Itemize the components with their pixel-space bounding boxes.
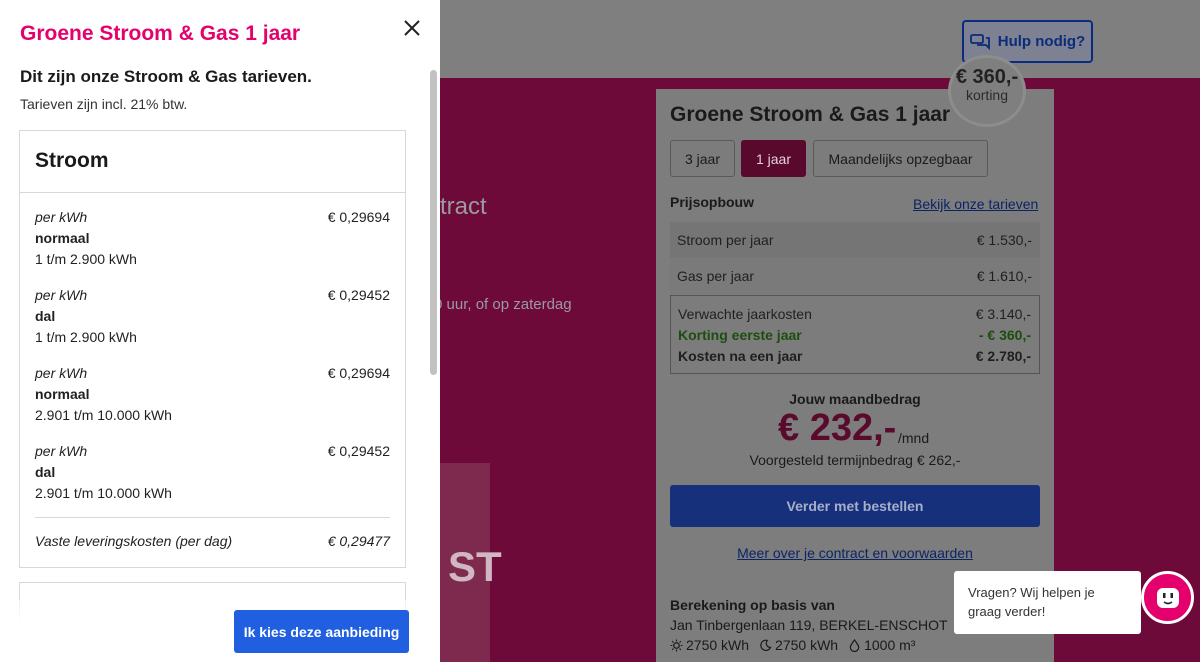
after-row: Kosten na een jaar € 2.780,- [678, 348, 1031, 364]
usage-normal: 2750 kWh [670, 637, 749, 653]
tarief-item: per kWh normaal 2.901 t/m 10.000 kWh € 0… [35, 363, 390, 426]
tarief-kind: normaal [35, 386, 90, 402]
tarief-price: € 0,29694 [327, 209, 390, 225]
tarief-item: per kWh normaal 1 t/m 2.900 kWh € 0,2969… [35, 207, 390, 270]
card-title: Groene Stroom & Gas 1 jaar [670, 103, 951, 126]
close-icon [404, 20, 420, 36]
stroom-heading: Stroom [20, 131, 405, 193]
tab-3-jaar[interactable]: 3 jaar [670, 140, 735, 177]
tab-maandelijks[interactable]: Maandelijks opzegbaar [813, 140, 988, 177]
chat-icon [969, 33, 990, 50]
price-row: Stroom per jaar € 1.530,- [670, 222, 1040, 258]
usage-normal-value: 2750 kWh [686, 637, 750, 653]
hero-hours-text: 0 uur, of op zaterdag [434, 296, 572, 313]
stroom-tarieven-box: Stroom per kWh normaal 1 t/m 2.900 kWh €… [19, 130, 406, 568]
usage-low-value: 2750 kWh [775, 637, 839, 653]
expected-row: Verwachte jaarkosten € 3.140,- [678, 306, 1031, 322]
discount-badge: € 360,- korting [948, 55, 1026, 127]
tarief-kind: dal [35, 308, 56, 324]
close-button[interactable] [400, 16, 424, 40]
calc-address: Jan Tinbergenlaan 119, BERKEL-ENSCHOT [670, 617, 948, 633]
divider [35, 517, 390, 518]
usage-gas: 1000 m³ [848, 637, 915, 653]
monthly-amount: € 232,- [778, 407, 897, 449]
contract-link[interactable]: Meer over je contract en voorwaarden [670, 545, 1040, 561]
after-label: Kosten na een jaar [678, 348, 803, 364]
badge-label: korting [965, 87, 1009, 103]
price-row-label: Gas per jaar [677, 268, 755, 284]
tarief-range: 2.901 t/m 10.000 kWh [35, 485, 172, 501]
tarief-price: € 0,29452 [327, 287, 390, 303]
tarieven-panel: Groene Stroom & Gas 1 jaar Dit zijn onze… [0, 0, 440, 662]
price-row: Gas per jaar € 1.610,- [670, 258, 1040, 294]
usage-row: 2750 kWh 2750 kWh 1000 m³ [670, 637, 948, 653]
tarieven-link[interactable]: Bekijk onze tarieven [913, 196, 1038, 212]
usage-gas-value: 1000 m³ [864, 637, 916, 653]
discount-value: - € 360,- [978, 327, 1031, 343]
panel-subtitle: Dit zijn onze Stroom & Gas tarieven. [20, 67, 312, 86]
panel-title: Groene Stroom & Gas 1 jaar [20, 22, 301, 45]
badge-amount: € 360,- [955, 66, 1019, 88]
expected-value: € 3.140,- [975, 306, 1031, 322]
panel-note: Tarieven zijn incl. 21% btw. [20, 96, 188, 112]
scrollbar[interactable] [430, 70, 437, 375]
monthly-label: Jouw maandbedrag [789, 391, 921, 407]
sun-icon [670, 638, 683, 652]
tarief-kind: normaal [35, 230, 90, 246]
discount-row: Korting eerste jaar - € 360,- [678, 327, 1031, 343]
expected-label: Verwachte jaarkosten [678, 306, 812, 322]
summary-box: Verwachte jaarkosten € 3.140,- Korting e… [670, 295, 1040, 374]
tarief-range: 2.901 t/m 10.000 kWh [35, 407, 172, 423]
tarief-item: per kWh dal 2.901 t/m 10.000 kWh € 0,294… [35, 441, 390, 504]
choose-offer-button[interactable]: Ik kies deze aanbieding [234, 610, 409, 653]
vaste-kosten-label: Vaste leveringskosten (per dag) [35, 533, 233, 549]
price-row-label: Stroom per jaar [677, 232, 774, 248]
help-label: Hulp nodig? [997, 33, 1086, 50]
moon-icon [760, 639, 772, 651]
hero-contract-text: tract [440, 193, 487, 220]
tarief-range: 1 t/m 2.900 kWh [35, 329, 137, 345]
price-row-value: € 1.610,- [976, 268, 1032, 284]
monthly-unit: /mnd [898, 430, 930, 446]
after-value: € 2.780,- [975, 348, 1031, 364]
hero-block: ST [440, 463, 502, 662]
tarief-item: per kWh dal 1 t/m 2.900 kWh € 0,29452 [35, 285, 390, 348]
vaste-kosten-price: € 0,29477 [327, 533, 390, 549]
hero-block-text: ST [448, 543, 502, 590]
termijn-text: Voorgesteld termijnbedrag € 262,- [749, 452, 961, 468]
tarief-range: 1 t/m 2.900 kWh [35, 251, 137, 267]
price-row-value: € 1.530,- [976, 232, 1032, 248]
usage-low: 2750 kWh [759, 637, 838, 653]
chat-bot-icon [1156, 587, 1179, 608]
prijsopbouw-label: Prijsopbouw [670, 194, 754, 210]
tab-1-jaar[interactable]: 1 jaar [741, 140, 806, 177]
tarief-price: € 0,29452 [327, 443, 390, 459]
flame-icon [849, 638, 860, 652]
vaste-kosten-row: Vaste leveringskosten (per dag) € 0,2947… [35, 533, 390, 549]
calc-title: Berekening op basis van [670, 597, 835, 613]
chat-launcher-button[interactable] [1141, 571, 1194, 624]
tarief-price: € 0,29694 [327, 365, 390, 381]
discount-label: Korting eerste jaar [678, 327, 802, 343]
calculation-info: Berekening op basis van Jan Tinbergenlaa… [670, 597, 948, 653]
order-button[interactable]: Verder met bestellen [670, 485, 1040, 527]
chat-bubble[interactable]: Vragen? Wij helpen je graag verder! [954, 571, 1141, 634]
tarief-kind: dal [35, 464, 56, 480]
